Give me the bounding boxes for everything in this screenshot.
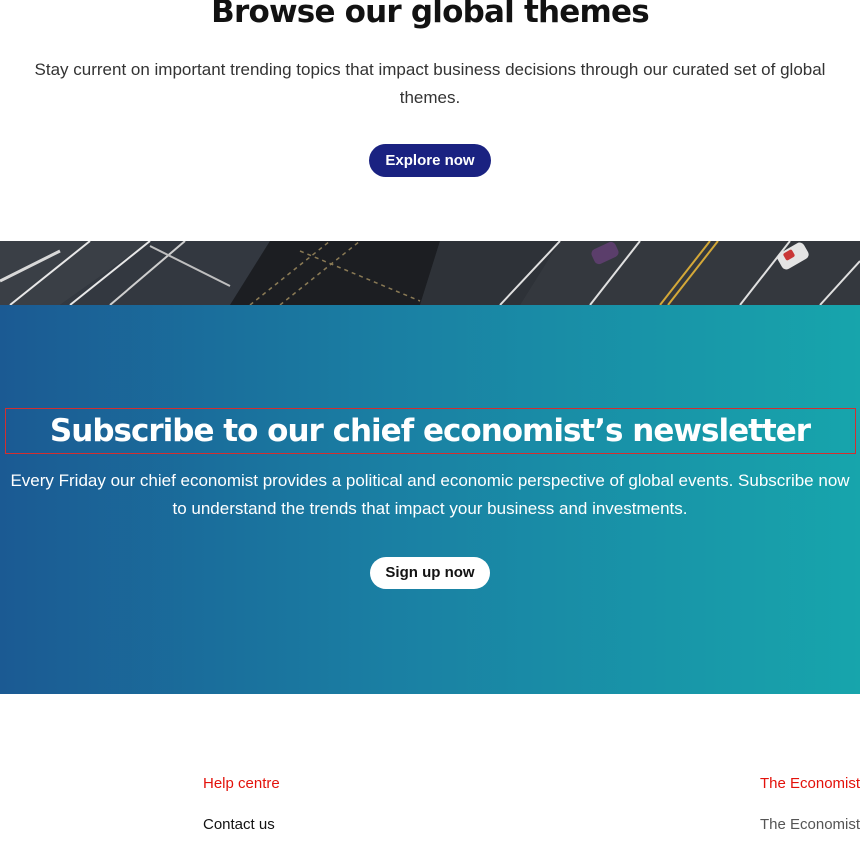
footer-link-contact-us[interactable]: Contact us [203, 815, 280, 835]
newsletter-title: Subscribe to our chief economist’s newsl… [49, 413, 811, 449]
aerial-road-image [0, 241, 860, 305]
global-themes-section: Browse our global themes Stay current on… [0, 0, 860, 241]
themes-title: Browse our global themes [211, 0, 650, 30]
sign-up-now-button[interactable]: Sign up now [370, 557, 490, 589]
newsletter-section: Subscribe to our chief economist’s newsl… [0, 305, 860, 694]
road-illustration [0, 241, 860, 305]
footer: Help centre Contact us The Economist The… [0, 694, 860, 860]
explore-now-button[interactable]: Explore now [369, 144, 491, 177]
footer-heading-the-economist[interactable]: The Economist [760, 774, 860, 794]
themes-description: Stay current on important trending topic… [34, 60, 826, 107]
footer-link-the-economist[interactable]: The Economist [760, 815, 860, 835]
footer-heading-help-centre[interactable]: Help centre [203, 774, 280, 794]
footer-column-economist: The Economist The Economist [760, 774, 860, 835]
footer-column-help: Help centre Contact us [203, 774, 280, 835]
newsletter-description: Every Friday our chief economist provide… [10, 471, 850, 518]
